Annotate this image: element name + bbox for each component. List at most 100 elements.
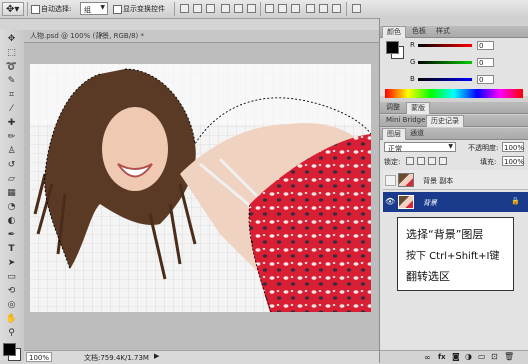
channel-r-slider[interactable] bbox=[418, 44, 472, 47]
adjustments-panel-header: 调整 蒙版 bbox=[380, 102, 528, 114]
auto-align-icon[interactable] bbox=[352, 4, 361, 13]
move-tool-icon[interactable]: ✥ bbox=[3, 33, 20, 46]
zoom-field[interactable]: 100% bbox=[26, 352, 52, 362]
align-top-icon[interactable] bbox=[180, 4, 189, 13]
history-panel-header: Mini Bridge 历史记录 bbox=[380, 115, 528, 127]
blur-tool-icon[interactable]: ◔ bbox=[3, 201, 20, 214]
close-icon[interactable]: × bbox=[98, 31, 104, 39]
auto-select-checkbox[interactable] bbox=[31, 5, 40, 14]
distribute-bottom-icon[interactable] bbox=[291, 4, 300, 13]
distribute-right-icon[interactable] bbox=[332, 4, 341, 13]
crop-tool-icon[interactable]: ⌗ bbox=[3, 89, 20, 102]
channel-b-label: B bbox=[410, 75, 415, 83]
tab-layers[interactable]: 图层 bbox=[382, 128, 406, 140]
zoom-tool-icon[interactable]: ⚲ bbox=[3, 327, 20, 340]
healing-brush-tool-icon[interactable]: ✚ bbox=[3, 117, 20, 130]
distribute-left-icon[interactable] bbox=[306, 4, 315, 13]
channel-b-slider[interactable] bbox=[418, 78, 472, 81]
spectrum-bar[interactable] bbox=[385, 89, 523, 98]
3d-rotate-tool-icon[interactable]: ⟲ bbox=[3, 285, 20, 298]
layers-panel-header: 图层 通道 bbox=[380, 128, 528, 140]
tab-history[interactable]: 历史记录 bbox=[426, 115, 464, 127]
layer-row-selected[interactable]: 👁 背景 🔒 bbox=[383, 192, 528, 212]
instruction-callout: 选择“背景”图层 按下 Ctrl+Shift+I键 翻转选区 bbox=[397, 217, 514, 291]
align-left-icon[interactable] bbox=[221, 4, 230, 13]
eye-icon[interactable]: 👁 bbox=[385, 197, 395, 206]
align-hcenter-icon[interactable] bbox=[234, 4, 243, 13]
blend-mode-value: 正常 bbox=[388, 145, 402, 153]
new-group-icon[interactable]: ▭ bbox=[478, 352, 486, 361]
channel-g-slider[interactable] bbox=[418, 61, 472, 64]
foreground-color-chip[interactable] bbox=[386, 41, 399, 54]
status-menu-icon[interactable]: ▶ bbox=[154, 352, 159, 360]
eyedropper-tool-icon[interactable]: ⁄ bbox=[3, 103, 20, 116]
lock-position-icon[interactable] bbox=[428, 157, 436, 165]
tab-color[interactable]: 颜色 bbox=[382, 26, 406, 38]
lasso-tool-icon[interactable]: ➰ bbox=[3, 61, 20, 74]
blend-mode-dropdown[interactable]: 正常 ▼ bbox=[384, 142, 456, 153]
visibility-toggle[interactable] bbox=[385, 175, 396, 186]
lock-all-icon[interactable] bbox=[439, 157, 447, 165]
pen-tool-icon[interactable]: ✒ bbox=[3, 229, 20, 242]
document-canvas[interactable] bbox=[30, 64, 371, 312]
chevron-down-icon: ▼ bbox=[448, 143, 453, 150]
tab-channels[interactable]: 通道 bbox=[406, 128, 428, 139]
clone-stamp-tool-icon[interactable]: ♙ bbox=[3, 145, 20, 158]
status-bar: 100% 文档:759.4K/1.73M ▶ bbox=[24, 350, 379, 364]
path-select-tool-icon[interactable]: ➤ bbox=[3, 257, 20, 270]
color-panel-header: 颜色 色板 样式 bbox=[380, 26, 528, 38]
dodge-tool-icon[interactable]: ◐ bbox=[3, 215, 20, 228]
adjustment-layer-icon[interactable]: ◑ bbox=[465, 352, 472, 361]
align-right-icon[interactable] bbox=[247, 4, 256, 13]
move-tool-preset-button[interactable]: ✥▾ bbox=[2, 2, 24, 16]
3d-orbit-tool-icon[interactable]: ◎ bbox=[3, 299, 20, 312]
marquee-tool-icon[interactable]: ⬚ bbox=[3, 47, 20, 60]
channel-b-field[interactable]: 0 bbox=[477, 75, 494, 84]
delete-layer-icon[interactable]: 🗑 bbox=[504, 352, 514, 361]
opacity-field[interactable]: 100% bbox=[502, 142, 524, 152]
show-transform-checkbox[interactable] bbox=[113, 5, 122, 14]
lock-transparency-icon[interactable] bbox=[406, 157, 414, 165]
auto-select-dropdown[interactable]: 组 ▼ bbox=[80, 2, 108, 15]
history-brush-tool-icon[interactable]: ↺ bbox=[3, 159, 20, 172]
tab-styles[interactable]: 样式 bbox=[432, 26, 454, 37]
fx-icon[interactable]: fx bbox=[438, 353, 446, 361]
distribute-hcenter-icon[interactable] bbox=[319, 4, 328, 13]
document-tab[interactable]: 人物.psd @ 100% (背景, RGB/8) * × bbox=[24, 30, 379, 43]
lock-pixels-icon[interactable] bbox=[417, 157, 425, 165]
document-info: 文档:759.4K/1.73M bbox=[84, 354, 149, 362]
foreground-color-swatch[interactable] bbox=[3, 343, 16, 356]
layer-row[interactable]: 背景 副本 bbox=[383, 170, 528, 190]
callout-line-2: 按下 Ctrl+Shift+I键 bbox=[406, 251, 500, 262]
hand-tool-icon[interactable]: ✋ bbox=[3, 313, 20, 326]
channel-r-field[interactable]: 0 bbox=[477, 41, 494, 50]
align-bottom-icon[interactable] bbox=[206, 4, 215, 13]
opacity-value: 100% bbox=[504, 144, 525, 152]
tab-mini-bridge[interactable]: Mini Bridge bbox=[382, 115, 429, 126]
align-vcenter-icon[interactable] bbox=[193, 4, 202, 13]
type-tool-icon[interactable]: T bbox=[3, 243, 20, 256]
panel-dock: 颜色 色板 样式 R 0 G 0 B 0 调整 蒙版 Mini Bridge 历… bbox=[379, 18, 528, 364]
lock-icon: 🔒 bbox=[511, 197, 520, 205]
options-separator bbox=[174, 2, 175, 16]
add-mask-icon[interactable]: ◙ bbox=[452, 352, 460, 361]
toolbox: ✥ ⬚ ➰ ✎ ⌗ ⁄ ✚ ✏ ♙ ↺ ▱ ▦ ◔ ◐ ✒ T ➤ ▭ ⟲ ◎ … bbox=[0, 30, 25, 361]
gradient-tool-icon[interactable]: ▦ bbox=[3, 187, 20, 200]
channel-g-field[interactable]: 0 bbox=[477, 58, 494, 67]
new-layer-icon[interactable]: ⊡ bbox=[491, 352, 498, 361]
link-layers-icon[interactable]: ∞ bbox=[424, 353, 431, 362]
brush-tool-icon[interactable]: ✏ bbox=[3, 131, 20, 144]
distribute-vcenter-icon[interactable] bbox=[278, 4, 287, 13]
shape-tool-icon[interactable]: ▭ bbox=[3, 271, 20, 284]
auto-select-value: 组 bbox=[84, 6, 91, 14]
tab-masks[interactable]: 蒙版 bbox=[406, 102, 430, 114]
tab-swatches[interactable]: 色板 bbox=[408, 26, 430, 37]
tab-adjustments[interactable]: 调整 bbox=[382, 102, 404, 113]
fill-field[interactable]: 100% bbox=[502, 156, 524, 166]
channel-r-label: R bbox=[410, 41, 415, 49]
eraser-tool-icon[interactable]: ▱ bbox=[3, 173, 20, 186]
zoom-value: 100% bbox=[29, 354, 50, 362]
chevron-down-icon: ▼ bbox=[100, 4, 105, 11]
distribute-top-icon[interactable] bbox=[265, 4, 274, 13]
quick-select-tool-icon[interactable]: ✎ bbox=[3, 75, 20, 88]
